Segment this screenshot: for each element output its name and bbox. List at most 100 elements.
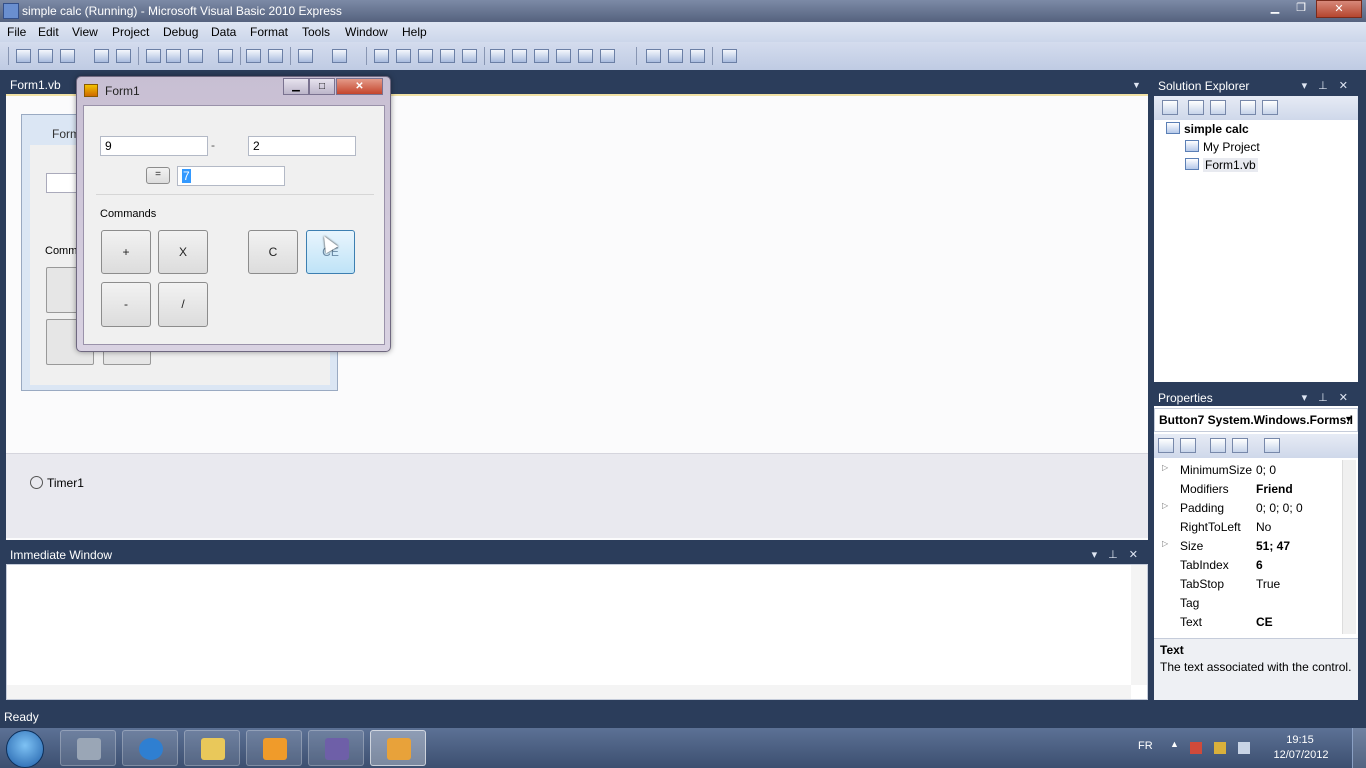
save-all-icon[interactable] [116,49,131,63]
panel-pin-close-icons[interactable]: ▾ ⊥ ✕ [1092,548,1142,561]
menu-edit[interactable]: Edit [38,25,59,39]
refresh-icon[interactable] [1210,100,1226,115]
find-icon[interactable] [722,49,737,63]
properties-view-icon[interactable] [1210,438,1226,453]
stop-debugging-icon[interactable] [396,49,411,63]
vertical-scrollbar[interactable] [1131,565,1147,685]
network-icon[interactable] [1214,742,1226,754]
panel-pin-close-icons[interactable]: ▾ ⊥ ✕ [1302,79,1352,92]
step-over-icon[interactable] [440,49,455,63]
step-out-icon[interactable] [462,49,477,63]
events-icon[interactable] [1232,438,1248,453]
show-hidden-icons-icon[interactable]: ▲ [1170,739,1179,749]
taskbar-explorer[interactable] [184,730,240,766]
expand-icon[interactable]: ▷ [1162,501,1168,510]
properties-window-icon[interactable] [512,49,527,63]
show-all-files-icon[interactable] [1188,100,1204,115]
tab-order-icon[interactable] [690,49,705,63]
menu-debug[interactable]: Debug [163,25,198,39]
new-project-icon[interactable] [16,49,31,63]
property-row[interactable]: TabStop True [1158,577,1344,596]
menu-project[interactable]: Project [112,25,149,39]
paste-icon[interactable] [188,49,203,63]
expand-icon[interactable]: ▷ [1162,463,1168,472]
property-row[interactable]: ▷ Padding 0; 0; 0; 0 [1158,501,1344,520]
navigate-icon[interactable] [646,49,661,63]
minus-button[interactable]: - [101,282,151,327]
object-selector[interactable]: Button7 System.Windows.Forms.I ▼ [1154,408,1358,432]
form-maximize-button[interactable]: □ [309,78,335,95]
show-desktop-button[interactable] [1352,728,1366,768]
alphabetical-icon[interactable] [1180,438,1196,453]
cut-icon[interactable] [146,49,161,63]
property-value[interactable]: 0; 0 [1256,463,1276,477]
operand1-textbox[interactable]: 9 [100,136,208,156]
start-button[interactable] [6,730,44,768]
taskbar-running-form[interactable] [370,730,426,766]
maximize-button[interactable]: ❐ [1288,0,1314,18]
add-item-icon[interactable] [60,49,75,63]
view-designer-icon[interactable] [1262,100,1278,115]
multiply-button[interactable]: X [158,230,208,274]
menu-help[interactable]: Help [402,25,427,39]
step-into-icon[interactable] [418,49,433,63]
extension-manager-icon[interactable] [600,49,615,63]
language-indicator[interactable]: FR [1138,740,1153,752]
view-code-icon[interactable] [1240,100,1256,115]
categorized-icon[interactable] [1158,438,1174,453]
copy-icon[interactable] [166,49,181,63]
minimize-button[interactable]: ▁ [1262,0,1288,18]
volume-icon[interactable] [1238,742,1250,754]
close-button[interactable]: ✕ [1316,0,1362,18]
solution-explorer-icon[interactable] [490,49,505,63]
document-dropdown-icon[interactable]: ▼ [1132,80,1141,90]
toolbox-icon[interactable] [534,49,549,63]
immediate-window[interactable] [6,564,1148,700]
undo-icon[interactable] [298,49,313,63]
redo-icon[interactable] [332,49,347,63]
print-icon[interactable] [218,49,233,63]
taskbar-media-player[interactable] [246,730,302,766]
clock-date[interactable]: 12/07/2012 [1266,749,1336,761]
panel-pin-close-icons[interactable]: ▾ ⊥ ✕ [1302,391,1352,404]
properties-scrollbar[interactable] [1342,460,1356,634]
taskbar-file-manager[interactable] [60,730,116,766]
comment-icon[interactable] [246,49,261,63]
taskbar-visual-basic[interactable] [308,730,364,766]
property-value[interactable]: 6 [1256,558,1263,572]
property-value[interactable]: Friend [1256,482,1293,496]
save-icon[interactable] [94,49,109,63]
menu-view[interactable]: View [72,25,98,39]
divide-button[interactable]: / [158,282,208,327]
menu-format[interactable]: Format [250,25,288,39]
properties-icon[interactable] [1162,100,1178,115]
property-row[interactable]: Tag [1158,596,1344,615]
property-row[interactable]: ▷ MinimumSize 0; 0 [1158,463,1344,482]
horizontal-scrollbar[interactable] [7,685,1131,699]
clear-button[interactable]: C [248,230,298,274]
form-minimize-button[interactable]: ▁ [283,78,309,95]
property-row[interactable]: TabIndex 6 [1158,558,1344,577]
layout-icon[interactable] [668,49,683,63]
result-textbox[interactable]: 7 [177,166,285,186]
property-row[interactable]: Modifiers Friend [1158,482,1344,501]
tab-form1-vb[interactable]: Form1.vb [4,76,84,94]
menu-window[interactable]: Window [345,25,388,39]
property-row[interactable]: RightToLeft No [1158,520,1344,539]
plus-button[interactable]: + [101,230,151,274]
property-value[interactable]: 0; 0; 0; 0 [1256,501,1303,515]
tree-project-node[interactable]: simple calc [1166,122,1249,136]
menu-data[interactable]: Data [211,25,236,39]
operand2-textbox[interactable]: 2 [248,136,356,156]
equals-button[interactable]: = [146,167,170,184]
property-row[interactable]: ▷ Size 51; 47 [1158,539,1344,558]
property-value[interactable]: True [1256,577,1280,591]
form-close-button[interactable]: ✕ [336,78,383,95]
tree-item-my-project[interactable]: My Project [1185,140,1260,154]
menu-tools[interactable]: Tools [302,25,330,39]
start-page-icon[interactable] [578,49,593,63]
action-center-icon[interactable] [1190,742,1202,754]
property-value[interactable]: 51; 47 [1256,539,1290,553]
clock-time[interactable]: 19:15 [1270,734,1330,746]
object-browser-icon[interactable] [556,49,571,63]
